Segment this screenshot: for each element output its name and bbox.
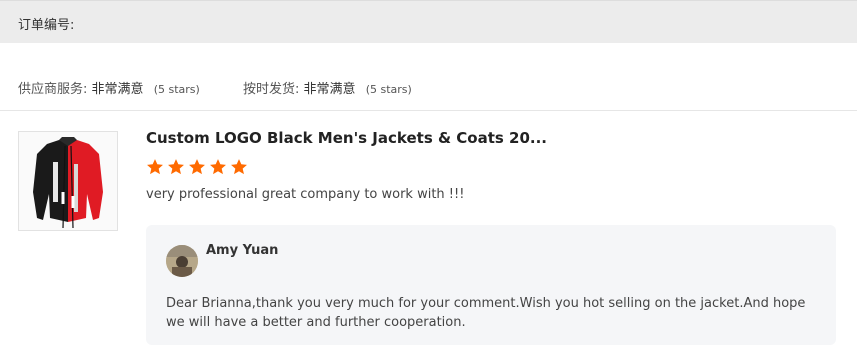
jacket-image[interactable] (18, 131, 118, 231)
reply-author: Amy Yuan (206, 243, 279, 258)
rating-stars-text: (5 stars) (153, 83, 200, 96)
rating-key: 供应商服务: (18, 82, 88, 97)
rating-key: 按时发货: (243, 82, 300, 97)
star-rating (146, 158, 248, 178)
star-icon (231, 159, 247, 175)
avatar (166, 245, 198, 277)
rating-supplier-service: 供应商服务: 非常满意 (5 stars) (18, 78, 200, 97)
rating-value: 非常满意 (303, 82, 356, 97)
avatar-image (166, 245, 198, 277)
star-icon (168, 159, 184, 175)
reply-text: Dear Brianna,thank you very much for you… (166, 296, 806, 330)
rating-stars-text: (5 stars) (365, 83, 412, 96)
jacket-image-svg (33, 137, 103, 229)
rating-value: 非常满意 (91, 82, 144, 97)
rating-on-time-delivery: 按时发货: 非常满意 (5 stars) (243, 78, 412, 97)
star-icon (210, 159, 226, 175)
supplier-ratings: 供应商服务: 非常满意 (5 stars) 按时发货: 非常满意 (5 star… (0, 43, 857, 111)
star-icon (147, 159, 163, 175)
star-icon (189, 159, 205, 175)
review-comment: very professional great company to work … (146, 187, 465, 202)
product-title[interactable]: Custom LOGO Black Men's Jackets & Coats … (146, 129, 547, 147)
order-header: 订单编号: (0, 0, 857, 43)
order-number-label: 订单编号: (18, 18, 75, 33)
product-review: Custom LOGO Black Men's Jackets & Coats … (0, 111, 857, 358)
supplier-reply: Amy Yuan Dear Brianna,thank you very muc… (146, 225, 836, 345)
